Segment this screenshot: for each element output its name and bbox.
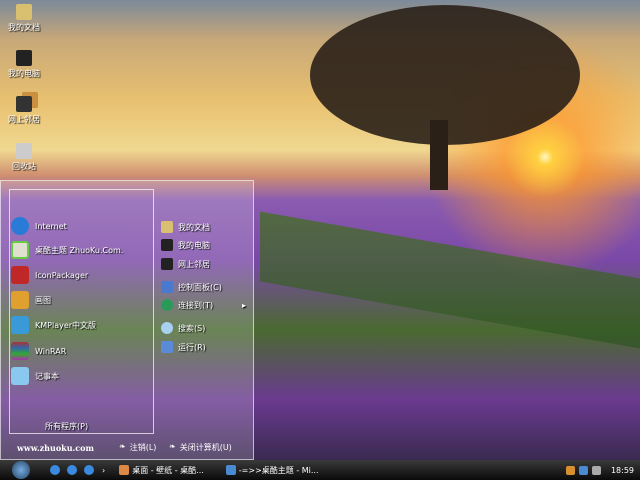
logoff-icon: ❧ [119, 442, 126, 451]
label: 记事本 [35, 371, 59, 381]
network-icon [161, 258, 173, 270]
task-button-zhuoku[interactable]: -=>>桌酷主题 - Mi... [225, 465, 319, 476]
label: 连接到(T) [178, 300, 214, 310]
place-control-panel[interactable]: 控制面板(C) [161, 281, 222, 293]
desktop-icon-my-documents[interactable]: 我的文档 [2, 4, 46, 33]
label: 网上邻居 [8, 115, 40, 124]
label: IconPackager [35, 270, 89, 280]
computer-icon [161, 239, 173, 251]
logoff-button[interactable]: ❧ 注销(L) [119, 442, 156, 453]
program-zhuoku-theme[interactable]: 桌酷主题 ZhuoKu.Com. [11, 241, 123, 259]
tray-app-icon[interactable] [565, 465, 575, 475]
label: KMPlayer中文版 [35, 320, 97, 330]
chrome-icon [119, 465, 130, 475]
tree-trunk [430, 120, 448, 190]
label: -=>>桌酷主题 - Mi... [238, 465, 319, 475]
ie-alt-quicklaunch-icon[interactable] [84, 465, 94, 475]
task-button-desktop[interactable]: 桌面 - 壁纸 - 桌酷... [119, 465, 204, 476]
browser-quicklaunch-icon[interactable] [67, 465, 77, 475]
run-icon [161, 341, 173, 353]
label: 我的文档 [178, 222, 210, 232]
program-internet[interactable]: Internet [11, 217, 67, 235]
paint-icon [11, 291, 29, 309]
program-iconpackager[interactable]: IconPackager [11, 266, 88, 284]
clock[interactable]: 18:59 [611, 466, 634, 475]
winrar-icon [11, 342, 29, 360]
notepad-icon [11, 367, 29, 385]
recycle-bin-icon [16, 143, 32, 159]
tray-network-icon[interactable] [578, 465, 588, 475]
volume-icon[interactable] [591, 465, 601, 475]
label: 搜索(S) [178, 323, 206, 333]
program-paint[interactable]: 画图 [11, 291, 51, 309]
place-connect-to[interactable]: 连接到(T) ▸ [161, 299, 246, 311]
label: 关闭计算机(U) [179, 443, 232, 452]
place-my-computer[interactable]: 我的电脑 [161, 239, 210, 251]
network-icon [16, 96, 32, 112]
program-kmplayer[interactable]: KMPlayer中文版 [11, 316, 96, 334]
label: 画图 [35, 295, 51, 305]
start-button[interactable] [12, 461, 30, 479]
label: WinRAR [35, 346, 67, 356]
iconpackager-icon [11, 266, 29, 284]
all-programs-button[interactable]: 所有程序(P) [45, 421, 88, 432]
field-hedge [260, 211, 640, 349]
label: 注销(L) [129, 443, 157, 452]
quicklaunch-chevron-icon[interactable]: › [102, 466, 105, 475]
computer-icon [16, 50, 32, 66]
theme-icon [11, 241, 29, 259]
place-network[interactable]: 网上邻居 [161, 258, 210, 270]
label: 我的电脑 [178, 240, 210, 250]
system-tray: 18:59 [565, 465, 634, 475]
desktop-icon-recycle-bin[interactable]: 回收站 [2, 143, 46, 172]
start-menu: Internet 桌酷主题 ZhuoKu.Com. IconPackager 画… [0, 180, 254, 460]
label: 我的电脑 [8, 69, 40, 78]
control-panel-icon [161, 281, 173, 293]
label: 回收站 [12, 162, 36, 171]
label: 控制面板(C) [178, 282, 222, 292]
kmplayer-icon [11, 316, 29, 334]
label: 我的文档 [8, 23, 40, 32]
ie-icon [11, 217, 29, 235]
desktop-icon-my-computer[interactable]: 我的电脑 [2, 50, 46, 79]
place-run[interactable]: 运行(R) [161, 341, 206, 353]
desktop-icon-network[interactable]: 网上邻居 [2, 96, 46, 125]
shutdown-button[interactable]: ❧ 关闭计算机(U) [169, 442, 232, 453]
search-icon [161, 322, 173, 334]
program-notepad[interactable]: 记事本 [11, 367, 59, 385]
ie-quicklaunch-icon[interactable] [50, 465, 60, 475]
label: 桌面 - 壁纸 - 桌酷... [132, 465, 204, 475]
label: Internet [35, 221, 67, 231]
folder-icon [16, 4, 32, 20]
label: 桌酷主题 ZhuoKu.Com. [35, 245, 124, 255]
folder-icon [161, 221, 173, 233]
place-search[interactable]: 搜索(S) [161, 322, 205, 334]
shutdown-icon: ❧ [169, 442, 176, 451]
window-icon [225, 465, 236, 475]
place-my-documents[interactable]: 我的文档 [161, 221, 210, 233]
taskbar: › 桌面 - 壁纸 - 桌酷... -=>>桌酷主题 - Mi... 18:59 [0, 460, 640, 480]
label: 网上邻居 [178, 259, 210, 269]
website-label: www.zhuoku.com [17, 443, 94, 453]
program-winrar[interactable]: WinRAR [11, 342, 66, 360]
label: 运行(R) [178, 342, 206, 352]
submenu-arrow-icon: ▸ [241, 300, 246, 310]
globe-icon [161, 299, 173, 311]
